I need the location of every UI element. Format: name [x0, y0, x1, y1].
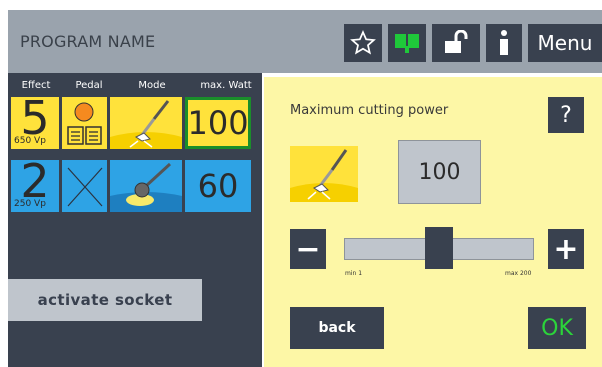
book-icon	[395, 34, 419, 53]
yellow-pedal-icon	[67, 102, 102, 145]
watt-cell-row1[interactable]: 100	[185, 97, 251, 149]
current-mode-icon	[290, 146, 358, 202]
cutting-electrode-icon	[110, 100, 182, 149]
activate-socket-button[interactable]: activate socket	[8, 279, 202, 321]
cutting-electrode-icon	[290, 149, 358, 202]
effect-cell-row1[interactable]: 5 650 Vp	[11, 91, 59, 149]
effect-cell-row2[interactable]: 2 250 Vp	[11, 154, 59, 212]
unlock-icon	[445, 30, 468, 53]
effect-unit: 650 Vp	[14, 136, 46, 146]
program-book-button[interactable]	[388, 24, 426, 62]
program-name: PROGRAM NAME	[20, 32, 156, 51]
unlock-button[interactable]	[432, 24, 480, 62]
effect-value: 2	[20, 154, 50, 208]
watt-cell-row2[interactable]: 60	[185, 160, 251, 212]
column-header-mode: Mode	[138, 80, 166, 91]
mode-cell-row1[interactable]	[110, 97, 182, 149]
help-button[interactable]: ?	[548, 97, 584, 133]
info-button[interactable]	[486, 24, 522, 62]
back-button[interactable]: back	[290, 307, 384, 349]
star-icon	[350, 30, 376, 55]
info-icon	[500, 30, 508, 55]
power-value-display: 100	[398, 140, 481, 204]
effect-value: 5	[20, 91, 50, 145]
column-header-effect: Effect	[21, 80, 51, 91]
decrease-button[interactable]: −	[290, 229, 326, 269]
column-header-max-watt: max. Watt	[200, 80, 252, 91]
column-header-pedal: Pedal	[75, 80, 103, 91]
dialog-title: Maximum cutting power	[290, 103, 449, 118]
menu-button[interactable]: Menu	[528, 24, 602, 62]
slider-max-label: max 200	[505, 270, 532, 277]
ok-button[interactable]: OK	[528, 307, 586, 349]
favorite-button[interactable]	[344, 24, 382, 62]
mode-cell-row2[interactable]	[110, 160, 182, 212]
effect-unit: 250 Vp	[14, 199, 46, 209]
pedal-cell-row2[interactable]	[62, 160, 107, 212]
ball-electrode-icon	[110, 162, 182, 212]
increase-button[interactable]: +	[548, 229, 584, 269]
none-cross-icon	[67, 167, 103, 207]
slider-min-label: min 1	[345, 270, 363, 277]
pedal-cell-row1[interactable]	[62, 97, 107, 149]
power-slider-thumb[interactable]	[425, 227, 453, 269]
